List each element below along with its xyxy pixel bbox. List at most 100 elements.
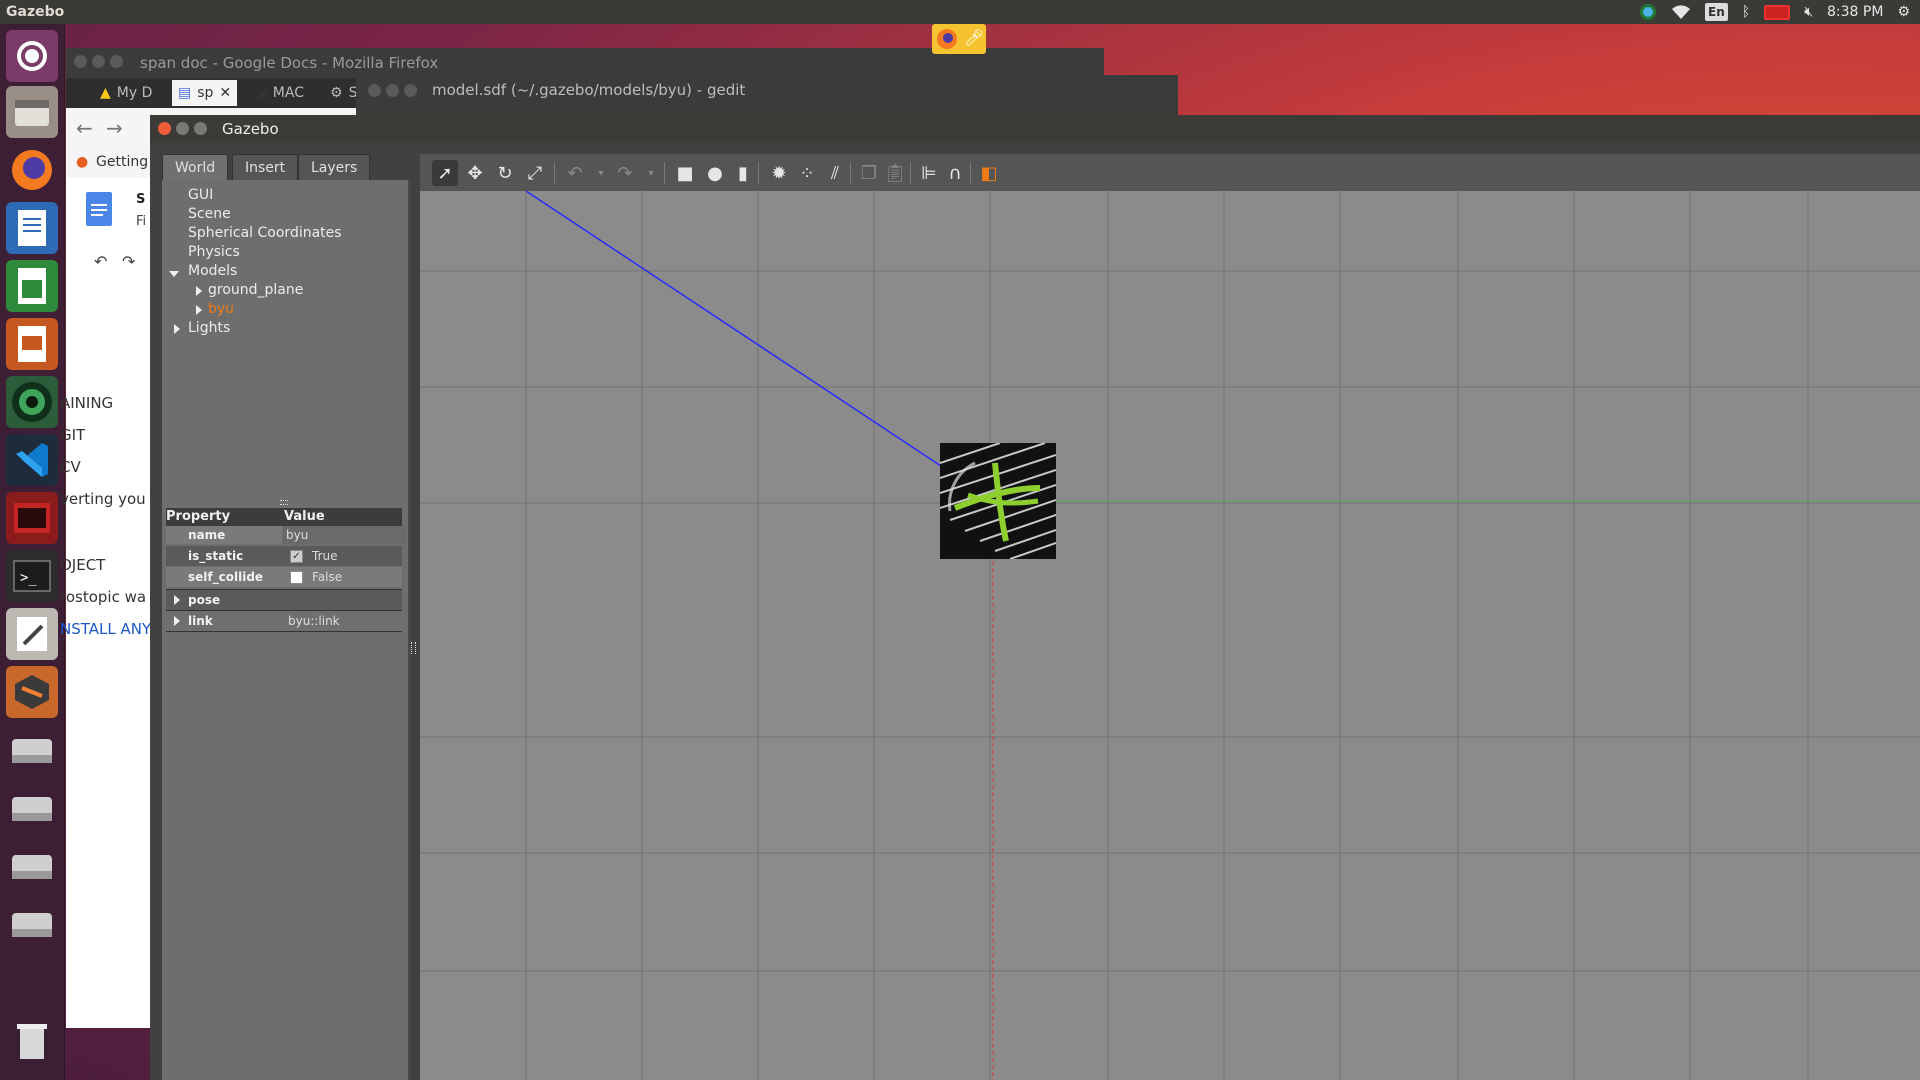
point-light-icon[interactable]: ✹ — [766, 160, 792, 186]
keyboard-layout-indicator[interactable]: En — [1705, 0, 1728, 24]
remote-terminal-icon[interactable] — [6, 492, 58, 544]
docs-header: S Fi ↶ ↷ — [66, 178, 156, 281]
tab-my-drive[interactable]: ▲ My D — [100, 80, 152, 106]
directional-light-icon[interactable]: ⫽ — [822, 160, 848, 186]
close-button[interactable] — [158, 122, 171, 135]
tab-mac[interactable]: ◢ MAC — [256, 80, 304, 106]
property-row-link[interactable]: link byu::link — [166, 610, 402, 632]
disk-drive-icon[interactable] — [6, 782, 58, 834]
undo-icon[interactable]: ↶ — [562, 160, 588, 186]
tree-item-byu[interactable]: byu — [208, 301, 234, 317]
trash-icon[interactable] — [6, 1014, 58, 1066]
sphere-shape-icon[interactable]: ● — [702, 160, 728, 186]
settings-gear-icon[interactable]: ⚙ — [1897, 0, 1910, 24]
libreoffice-impress-icon[interactable] — [6, 318, 58, 370]
camera-app-icon[interactable] — [6, 376, 58, 428]
expand-arrow-icon[interactable] — [174, 324, 180, 334]
maximize-button[interactable] — [194, 122, 207, 135]
disk-drive-icon[interactable] — [6, 840, 58, 892]
clock[interactable]: 8:38 PM — [1827, 0, 1883, 24]
is-static-checkbox[interactable]: ✓ — [290, 550, 303, 563]
libreoffice-calc-icon[interactable] — [6, 260, 58, 312]
bookmark-getting-started[interactable]: Getting — [96, 154, 148, 170]
undo-history-dropdown-icon[interactable]: ▾ — [588, 160, 614, 186]
property-row-is-static[interactable]: is_static ✓ True — [166, 546, 402, 566]
scene-viewport[interactable] — [420, 191, 1920, 1080]
property-key: self_collide — [188, 570, 264, 584]
network-globe-icon[interactable] — [1639, 0, 1657, 24]
redo-history-dropdown-icon[interactable]: ▾ — [638, 160, 664, 186]
doc-title[interactable]: S — [136, 192, 145, 207]
select-mode-icon[interactable]: ➚ — [432, 160, 458, 186]
back-arrow-icon[interactable]: ← — [76, 116, 93, 140]
snap-magnet-icon[interactable]: ∩ — [942, 160, 968, 186]
tab-world[interactable]: World — [162, 154, 229, 181]
tab-span-doc[interactable]: ▤ sp ✕ — [172, 80, 238, 106]
battery-icon[interactable] — [1764, 0, 1791, 24]
property-value[interactable]: byu — [282, 526, 406, 544]
drive-icon: ▲ — [100, 85, 111, 101]
screen-share-indicator[interactable]: 🎤︎ — [932, 24, 986, 54]
rotate-mode-icon[interactable]: ↻ — [492, 160, 518, 186]
close-button[interactable] — [368, 84, 381, 97]
collapse-arrow-icon[interactable] — [169, 271, 179, 277]
expand-arrow-icon[interactable] — [196, 286, 202, 296]
property-row-self-collide[interactable]: self_collide False — [166, 567, 402, 587]
property-row-pose[interactable]: pose — [166, 589, 402, 610]
bluetooth-icon[interactable]: ᛒ — [1742, 0, 1750, 24]
file-menu[interactable]: Fi — [136, 214, 146, 229]
text-editor-icon[interactable] — [6, 608, 58, 660]
copy-icon[interactable]: ❐ — [856, 160, 882, 186]
minimize-button[interactable] — [176, 122, 189, 135]
translate-mode-icon[interactable]: ✥ — [462, 160, 488, 186]
expand-arrow-icon[interactable] — [196, 305, 202, 315]
minimize-button[interactable] — [92, 55, 105, 68]
redo-icon[interactable]: ↷ — [122, 252, 135, 271]
forward-arrow-icon[interactable]: → — [106, 116, 123, 140]
tree-item-spherical-coordinates[interactable]: Spherical Coordinates — [188, 225, 342, 241]
minimize-button[interactable] — [386, 84, 399, 97]
tree-item-ground-plane[interactable]: ground_plane — [208, 282, 303, 298]
panel-splitter-handle[interactable] — [411, 642, 416, 654]
undo-icon[interactable]: ↶ — [94, 252, 107, 271]
ubuntu-dash-icon[interactable] — [6, 30, 58, 82]
google-docs-icon[interactable] — [86, 192, 112, 226]
maximize-button[interactable] — [110, 55, 123, 68]
tree-item-physics[interactable]: Physics — [188, 244, 240, 260]
terminal-icon[interactable]: >_ — [6, 550, 58, 602]
tab-s[interactable]: ⚙ S — [330, 80, 357, 106]
scale-mode-icon[interactable]: ⤢ — [522, 160, 548, 186]
self-collide-checkbox[interactable] — [290, 571, 303, 584]
redo-icon[interactable]: ↷ — [612, 160, 638, 186]
tree-item-scene[interactable]: Scene — [188, 206, 231, 222]
tab-insert[interactable]: Insert — [232, 154, 299, 181]
doc-link[interactable]: NSTALL ANY — [60, 620, 151, 638]
box-shape-icon[interactable]: ■ — [672, 160, 698, 186]
property-row-name[interactable]: name byu — [166, 526, 406, 544]
close-button[interactable] — [74, 55, 87, 68]
tree-item-gui[interactable]: GUI — [188, 187, 213, 203]
paste-icon[interactable]: 📋︎ — [882, 160, 908, 186]
sublime-text-icon[interactable] — [6, 666, 58, 718]
tree-item-lights[interactable]: Lights — [188, 320, 230, 336]
close-tab-icon[interactable]: ✕ — [219, 85, 231, 101]
vscode-icon[interactable] — [6, 434, 58, 486]
splitter-handle[interactable] — [280, 500, 288, 505]
disk-drive-icon[interactable] — [6, 898, 58, 950]
tab-layers[interactable]: Layers — [298, 154, 371, 181]
libreoffice-writer-icon[interactable] — [6, 202, 58, 254]
expand-arrow-icon[interactable] — [174, 616, 180, 626]
volume-muted-icon[interactable]: 🔇︎ — [1804, 0, 1813, 24]
cylinder-shape-icon[interactable]: ▮ — [730, 160, 756, 186]
files-icon[interactable] — [6, 86, 58, 138]
disk-drive-icon[interactable] — [6, 724, 58, 776]
tree-item-models[interactable]: Models — [188, 263, 237, 279]
wifi-icon[interactable] — [1671, 0, 1691, 24]
align-icon[interactable]: ⊫ — [916, 160, 942, 186]
byu-model[interactable] — [940, 443, 1056, 559]
spot-light-icon[interactable]: ⁘ — [794, 160, 820, 186]
firefox-icon[interactable] — [6, 144, 58, 196]
change-view-icon[interactable]: ◧ — [976, 160, 1002, 186]
maximize-button[interactable] — [404, 84, 417, 97]
expand-arrow-icon[interactable] — [174, 595, 180, 605]
